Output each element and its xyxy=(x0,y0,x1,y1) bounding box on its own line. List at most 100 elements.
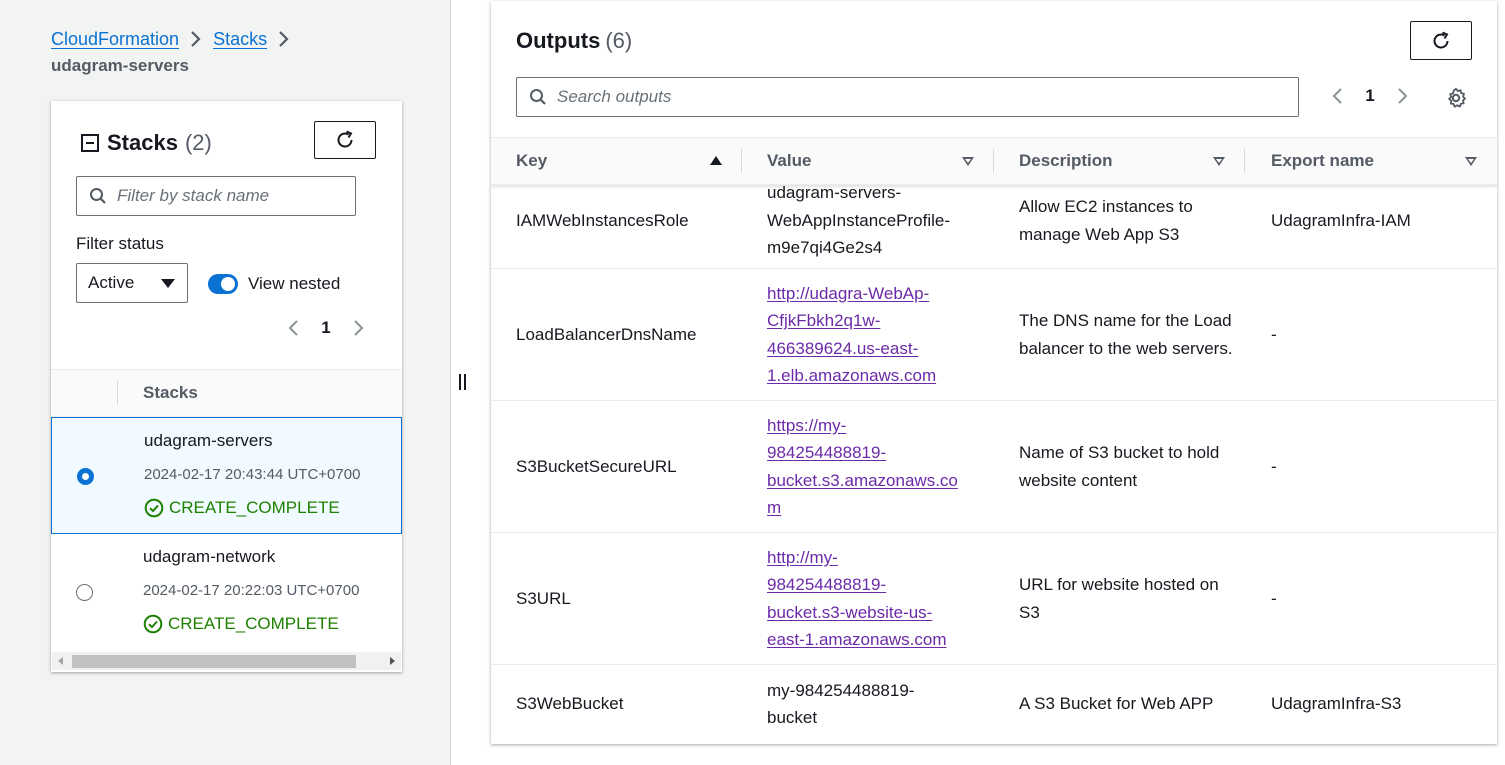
stacks-navigation-pane: CloudFormation Stacks udagram-servers St… xyxy=(0,0,451,765)
output-description: Name of S3 bucket to hold website conten… xyxy=(1019,443,1220,490)
table-row: LoadBalancerDnsName http://udagra-WebAp-… xyxy=(491,269,1497,401)
split-pane-resize-handle[interactable] xyxy=(459,374,469,390)
stack-status: CREATE_COMPLETE xyxy=(143,614,339,634)
page-number[interactable]: 1 xyxy=(1351,86,1389,106)
output-value-line[interactable]: m xyxy=(767,494,958,522)
sort-icon[interactable] xyxy=(962,157,974,166)
collapse-icon[interactable] xyxy=(81,134,99,152)
breadcrumb-stacks[interactable]: Stacks xyxy=(213,29,267,50)
outputs-search-input[interactable] xyxy=(557,87,1298,107)
output-description: The DNS name for the Load balancer to th… xyxy=(1019,311,1233,358)
column-divider xyxy=(117,381,118,405)
outputs-title-text: Outputs xyxy=(516,28,601,53)
column-divider[interactable] xyxy=(993,149,994,173)
stack-filter-input[interactable] xyxy=(117,186,355,206)
column-header-description[interactable]: Description xyxy=(1019,151,1113,171)
output-value: http://my- 984254488819- bucket.s3-websi… xyxy=(767,533,977,664)
output-value-line[interactable]: bucket.s3-website-us- xyxy=(767,599,947,627)
output-value-line: m9e7qi4Ge2s4 xyxy=(767,238,883,258)
sort-icon[interactable] xyxy=(1465,157,1477,166)
next-page-button[interactable] xyxy=(345,314,373,342)
breadcrumb-cloudformation[interactable]: CloudFormation xyxy=(51,29,179,50)
stack-radio[interactable] xyxy=(77,468,94,485)
output-export-name: - xyxy=(1271,456,1277,476)
stack-row[interactable]: udagram-servers 2024-02-17 20:43:44 UTC+… xyxy=(51,417,402,534)
stacks-pagination: 1 xyxy=(279,314,373,342)
page-number[interactable]: 1 xyxy=(307,318,345,338)
previous-page-button[interactable] xyxy=(1323,82,1351,110)
output-description: URL for website hosted on S3 xyxy=(1019,575,1219,622)
column-header-value[interactable]: Value xyxy=(767,151,811,171)
output-value-line[interactable]: 984254488819- xyxy=(767,571,947,599)
output-value-line[interactable]: http://my- xyxy=(767,544,947,572)
output-value-line[interactable]: 466389624.us-east- xyxy=(767,335,936,363)
output-value-link[interactable]: http://udagra-WebAp- CfjkFbkh2q1w- 46638… xyxy=(767,280,936,390)
previous-page-button[interactable] xyxy=(279,314,307,342)
refresh-stacks-button[interactable] xyxy=(314,121,376,159)
next-page-button[interactable] xyxy=(1389,82,1417,110)
scroll-right-arrow-icon[interactable] xyxy=(390,657,395,665)
output-value-link[interactable]: https://my- 984254488819- bucket.s3.amaz… xyxy=(767,412,958,522)
output-value: http://udagra-WebAp- CfjkFbkh2q1w- 46638… xyxy=(767,269,977,400)
output-value-line[interactable]: bucket.s3.amazonaws.co xyxy=(767,467,958,495)
chevron-right-icon xyxy=(354,320,364,336)
stacks-table-header: Stacks xyxy=(51,369,402,417)
stacks-panel: Stacks (2) Filter status Active View nes… xyxy=(51,101,402,672)
chevron-right-icon xyxy=(1398,88,1408,104)
horizontal-scrollbar[interactable] xyxy=(52,652,401,670)
breadcrumb-current: udagram-servers xyxy=(51,56,189,75)
output-value-line[interactable]: east-1.amazonaws.com xyxy=(767,626,947,654)
stack-radio[interactable] xyxy=(76,584,93,601)
refresh-outputs-button[interactable] xyxy=(1410,21,1472,60)
scrollbar-thumb[interactable] xyxy=(72,655,356,668)
table-row: S3URL http://my- 984254488819- bucket.s3… xyxy=(491,533,1497,665)
stack-name[interactable]: udagram-network xyxy=(143,547,275,567)
stack-row[interactable]: udagram-network 2024-02-17 20:22:03 UTC+… xyxy=(51,534,402,651)
gear-icon xyxy=(1448,87,1466,108)
output-description: Allow EC2 instances to manage Web App S3 xyxy=(1019,197,1193,244)
outputs-count: (6) xyxy=(605,28,633,53)
column-header-export-name[interactable]: Export name xyxy=(1271,151,1374,171)
output-export-name: UdagramInfra-IAM xyxy=(1271,210,1411,230)
sort-ascending-icon[interactable] xyxy=(710,156,722,165)
scroll-left-arrow-icon[interactable] xyxy=(58,657,63,665)
stack-name[interactable]: udagram-servers xyxy=(144,431,273,451)
outputs-table: Key Value Description Export name IAMWeb… xyxy=(491,137,1497,727)
status-select[interactable]: Active xyxy=(76,263,188,303)
output-key: IAMWebInstancesRole xyxy=(516,210,689,230)
output-export-name: UdagramInfra-S3 xyxy=(1271,694,1402,714)
sort-icon[interactable] xyxy=(1213,157,1225,166)
stacks-count: (2) xyxy=(184,130,212,155)
column-divider[interactable] xyxy=(1244,149,1245,173)
column-divider[interactable] xyxy=(741,149,742,173)
check-circle-icon xyxy=(143,614,163,634)
output-value-line[interactable]: 984254488819- xyxy=(767,439,958,467)
output-value: udagram-servers- WebAppInstanceProfile- … xyxy=(767,173,977,268)
stack-created-time: 2024-02-17 20:43:44 UTC+0700 xyxy=(144,466,361,483)
output-value-line[interactable]: https://my- xyxy=(767,412,958,440)
view-nested-toggle[interactable] xyxy=(208,274,238,294)
output-value-line: my-984254488819- xyxy=(767,680,915,700)
output-value-line[interactable]: CfjkFbkh2q1w- xyxy=(767,307,936,335)
search-icon xyxy=(90,188,106,204)
view-nested-label: View nested xyxy=(248,274,341,293)
output-key: LoadBalancerDnsName xyxy=(516,324,697,344)
output-value-line[interactable]: http://udagra-WebAp- xyxy=(767,280,936,308)
outputs-search-wrapper xyxy=(516,77,1299,117)
chevron-right-icon xyxy=(179,28,213,50)
column-header-key[interactable]: Key xyxy=(516,151,547,171)
output-value-link[interactable]: http://my- 984254488819- bucket.s3-websi… xyxy=(767,544,947,654)
output-description: A S3 Bucket for Web APP xyxy=(1019,694,1214,714)
check-circle-icon xyxy=(144,498,164,518)
table-row: S3BucketSecureURL https://my- 9842544888… xyxy=(491,401,1497,533)
outputs-panel: Outputs(6) 1 Key Value Description xyxy=(491,1,1497,744)
output-value: my-984254488819- bucket xyxy=(767,665,977,743)
output-value-line[interactable]: 1.elb.amazonaws.com xyxy=(767,362,936,390)
filter-status-label: Filter status xyxy=(76,234,164,253)
table-row: S3WebBucket my-984254488819- bucket A S3… xyxy=(491,665,1497,743)
table-settings-button[interactable] xyxy=(1443,85,1469,111)
caret-down-icon xyxy=(161,278,175,288)
stack-status: CREATE_COMPLETE xyxy=(144,498,340,518)
status-select-value: Active xyxy=(88,273,135,292)
output-key: S3WebBucket xyxy=(516,694,624,714)
